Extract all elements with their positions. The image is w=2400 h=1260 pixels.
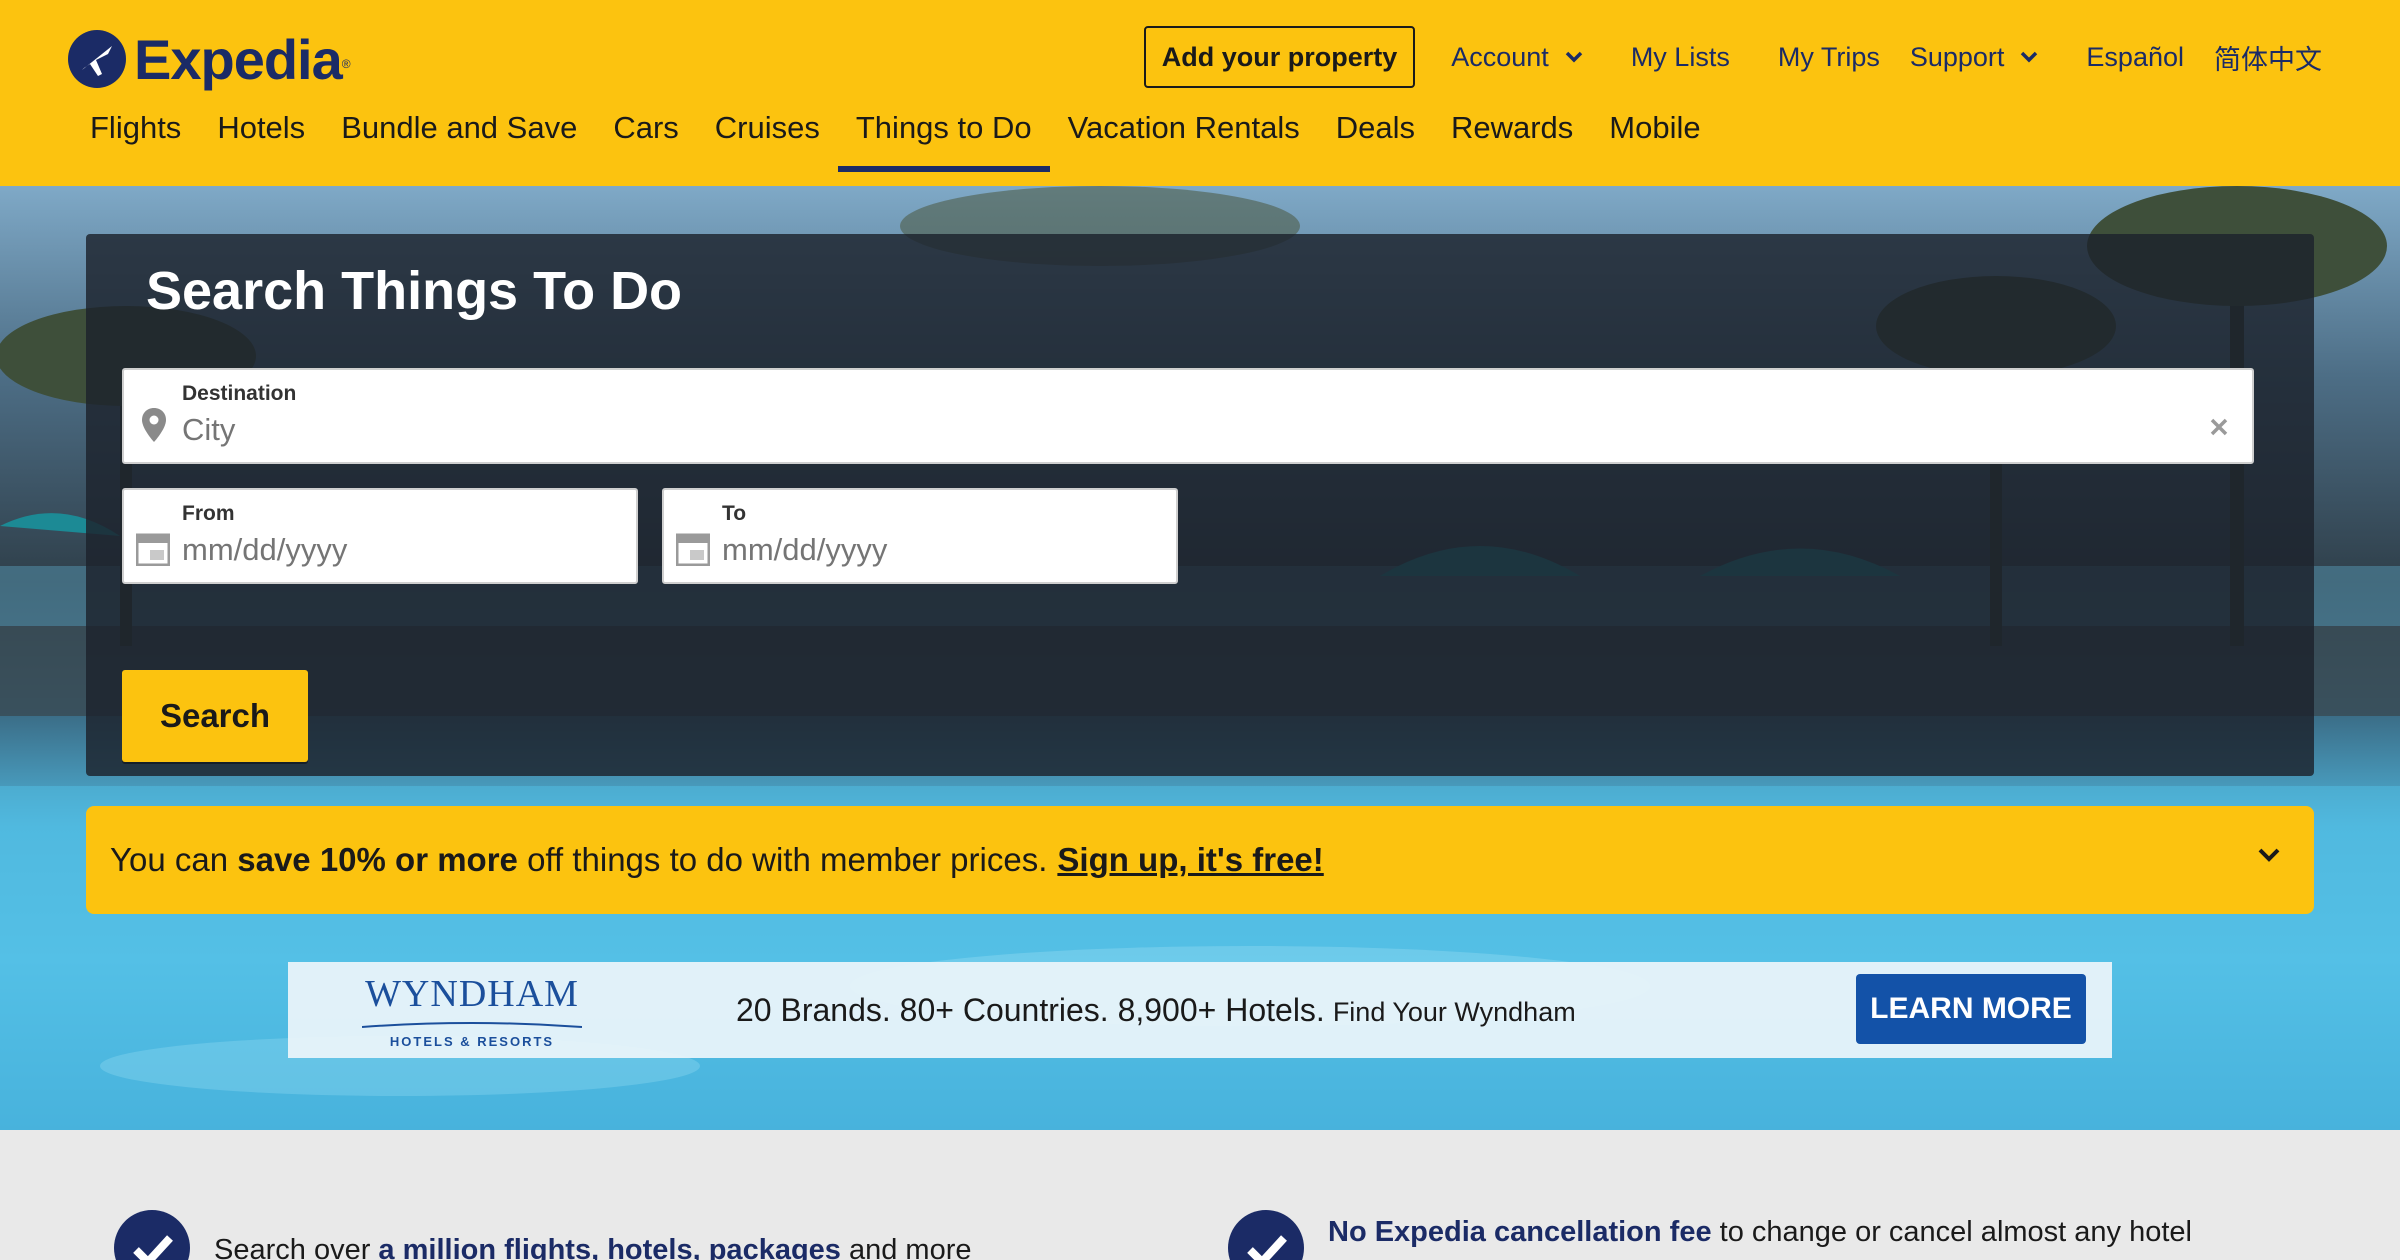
wyndham-logo-text: WYNDHAM: [365, 972, 579, 1015]
destination-field[interactable]: Destination: [122, 368, 2254, 464]
clear-icon[interactable]: [2210, 418, 2228, 436]
checkmark-icon: [1228, 1210, 1304, 1260]
support-label: Support: [1909, 41, 2005, 72]
search-button[interactable]: Search: [122, 670, 308, 762]
wyndham-ad-banner[interactable]: WYNDHAM HOTELS & RESORTS 20 Brands. 80+ …: [288, 962, 2112, 1058]
ad-headline: 20 Brands. 80+ Countries. 8,900+ Hotels.: [736, 991, 1325, 1028]
search-panel: Search Things To Do Destination From: [86, 234, 2314, 776]
tab-vacation-rentals[interactable]: Vacation Rentals: [1050, 104, 1318, 168]
from-label: From: [182, 502, 235, 525]
ad-copy: 20 Brands. 80+ Countries. 8,900+ Hotels.…: [736, 992, 1576, 1029]
benefit-item: No Expedia cancellation fee to change or…: [1228, 1210, 2228, 1260]
tab-deals[interactable]: Deals: [1318, 104, 1433, 168]
main-nav: Flights Hotels Bundle and Save Cars Crui…: [72, 104, 1719, 172]
utility-nav: Add your property Account My Lists My Tr…: [1143, 26, 2322, 88]
logo-plane-icon: [68, 30, 126, 88]
from-date-field[interactable]: From: [122, 488, 638, 584]
tab-rewards[interactable]: Rewards: [1433, 104, 1591, 168]
tab-mobile[interactable]: Mobile: [1591, 104, 1718, 168]
tab-cruises[interactable]: Cruises: [697, 104, 838, 168]
support-menu[interactable]: Support: [1910, 42, 2039, 73]
benefits-section: Search over a million flights, hotels, p…: [0, 1130, 2400, 1260]
chevron-down-icon: [2021, 51, 2038, 63]
tab-bundle-and-save[interactable]: Bundle and Save: [323, 104, 595, 168]
calendar-icon: [136, 533, 170, 566]
my-lists-link[interactable]: My Lists: [1631, 42, 1730, 73]
benefit-item: Search over a million flights, hotels, p…: [114, 1210, 1114, 1260]
hero-background-image: Search Things To Do Destination From: [0, 186, 2400, 1130]
promo-suffix: off things to do with member prices.: [527, 841, 1048, 878]
checkmark-icon: [114, 1210, 190, 1260]
destination-label: Destination: [182, 382, 297, 405]
from-date-input[interactable]: [182, 532, 602, 568]
benefit-text: Search over a million flights, hotels, p…: [214, 1234, 972, 1260]
my-trips-link[interactable]: My Trips: [1778, 42, 1880, 73]
site-header: Expedia® Add your property Account My Li…: [0, 0, 2400, 186]
wyndham-logo: WYNDHAM HOTELS & RESORTS: [344, 972, 600, 1049]
to-date-input[interactable]: [722, 532, 1142, 568]
ad-tagline: Find Your Wyndham: [1332, 996, 1576, 1027]
add-property-button[interactable]: Add your property: [1143, 26, 1416, 88]
location-pin-icon: [142, 408, 166, 442]
to-label: To: [722, 502, 747, 525]
member-promo-banner: You can save 10% or more off things to d…: [86, 806, 2314, 914]
account-menu[interactable]: Account: [1451, 42, 1583, 73]
account-label: Account: [1451, 41, 1549, 72]
chevron-down-icon: [1565, 51, 1583, 63]
sign-up-link[interactable]: Sign up, it's free!: [1057, 841, 1323, 879]
wyndham-logo-subtext: HOTELS & RESORTS: [389, 1033, 555, 1049]
benefit-text: No Expedia cancellation fee to change or…: [1328, 1216, 2192, 1260]
expedia-logo[interactable]: Expedia®: [68, 24, 351, 94]
logo-wordmark: Expedia®: [134, 27, 351, 91]
calendar-icon: [676, 533, 710, 566]
learn-more-button[interactable]: LEARN MORE: [1856, 974, 2086, 1044]
search-title: Search Things To Do: [146, 261, 683, 321]
promo-highlight: save 10% or more: [237, 841, 518, 878]
chevron-down-icon[interactable]: [2258, 848, 2280, 862]
espanol-link[interactable]: Español: [2086, 42, 2184, 73]
promo-prefix: You can: [110, 841, 229, 878]
tab-flights[interactable]: Flights: [72, 104, 199, 168]
chinese-link[interactable]: 简体中文: [2214, 38, 2322, 77]
logo-swoosh-icon: [361, 1021, 583, 1028]
to-date-field[interactable]: To: [662, 488, 1178, 584]
tab-things-to-do[interactable]: Things to Do: [837, 104, 1050, 172]
tab-cars[interactable]: Cars: [595, 104, 696, 168]
destination-input[interactable]: [182, 412, 2162, 448]
tab-hotels[interactable]: Hotels: [199, 104, 323, 168]
